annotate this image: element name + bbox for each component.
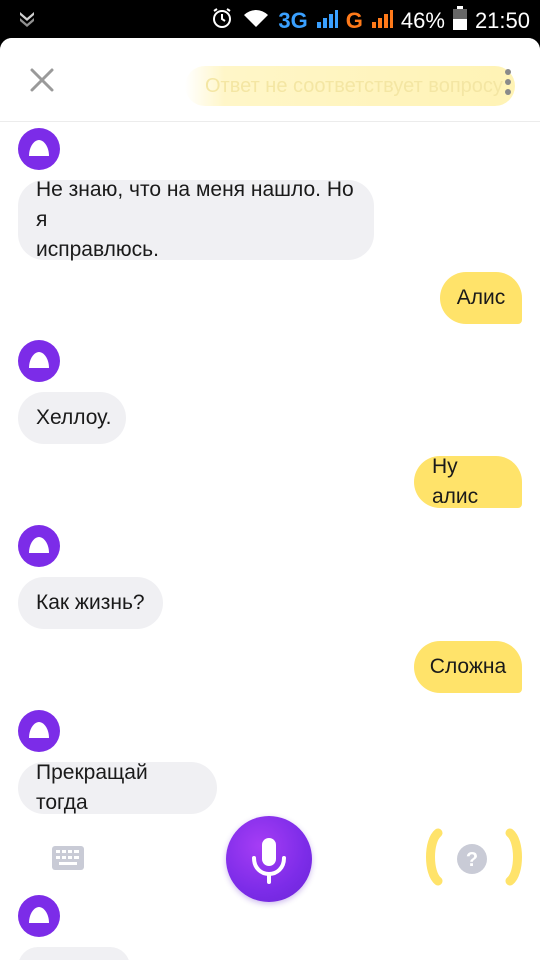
alarm-icon <box>210 6 234 36</box>
signal-icon-1 <box>316 7 338 35</box>
message-text: Как жизнь? <box>36 591 145 614</box>
wifi-icon <box>242 7 270 35</box>
more-vertical-icon <box>505 69 511 95</box>
alice-avatar-icon <box>18 340 60 382</box>
message-text: Сложна <box>429 655 507 678</box>
battery-icon <box>452 6 467 36</box>
status-bar: 3G G 46% 21:50 <box>0 0 540 38</box>
assistant-message: Как жизнь? <box>18 577 163 629</box>
message-text: Алис <box>456 286 506 309</box>
network-g-label: G <box>345 8 363 33</box>
user-message: Ну алис <box>414 455 522 508</box>
battery-percent: 46% <box>400 8 445 33</box>
alice-avatar-icon <box>18 525 60 567</box>
close-icon <box>30 68 54 92</box>
assistant-message: Не знаю, что на меня нашло. Но я исправл… <box>18 178 374 261</box>
help-button[interactable]: ? <box>424 827 524 887</box>
microphone-icon <box>252 838 286 884</box>
svg-text:?: ? <box>466 849 478 871</box>
message-text: Хеллоу. <box>36 406 112 429</box>
alice-avatar-icon <box>18 895 60 937</box>
feedback-button[interactable]: Ответ не соответствует вопросу <box>185 66 515 106</box>
more-button[interactable] <box>498 66 518 98</box>
assistant-message: Прекращай тогда <box>18 761 217 814</box>
clock: 21:50 <box>474 8 530 33</box>
network-3g-label: 3G <box>278 8 308 33</box>
keyboard-icon <box>52 846 84 870</box>
microphone-button[interactable] <box>226 816 312 902</box>
question-icon: ? <box>426 828 522 886</box>
alice-avatar-icon <box>18 128 60 170</box>
user-message: Алис <box>440 272 522 324</box>
assistant-message <box>18 947 130 960</box>
message-line: исправлюсь. <box>36 238 159 261</box>
message-line: Не знаю, что на меня нашло. Но я <box>36 178 354 231</box>
close-button[interactable] <box>26 64 58 96</box>
feedback-label: Ответ не соответствует вопросу <box>205 75 503 97</box>
alice-chat-screen: Ответ не соответствует вопросу Не знаю, … <box>0 38 540 960</box>
message-text: Прекращай тогда <box>36 761 148 814</box>
message-text: Ну алис <box>432 455 479 508</box>
user-message: Сложна <box>414 641 522 693</box>
keyboard-button[interactable] <box>52 846 84 870</box>
signal-icon-2 <box>371 7 393 35</box>
notification-icon <box>18 9 36 32</box>
alice-avatar-icon <box>18 710 60 752</box>
top-bar: Ответ не соответствует вопросу <box>0 38 540 122</box>
assistant-message: Хеллоу. <box>18 392 126 444</box>
